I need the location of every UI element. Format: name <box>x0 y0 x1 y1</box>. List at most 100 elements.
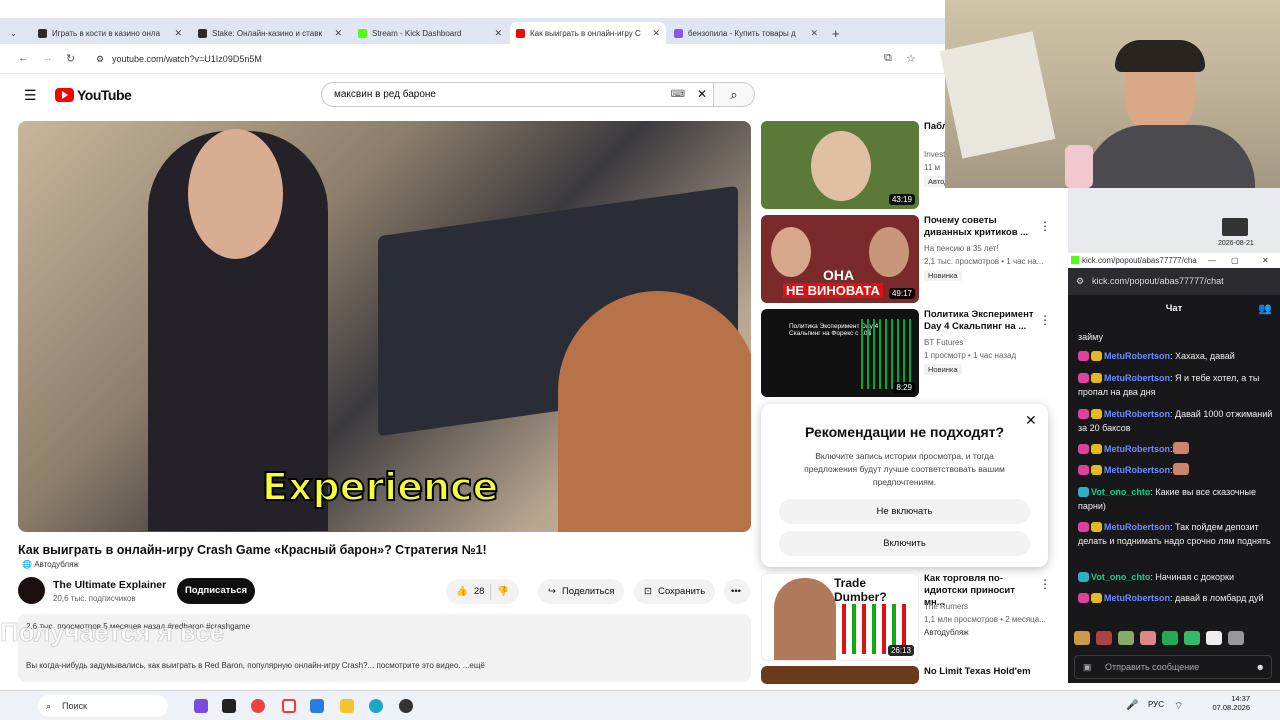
recommendation-item[interactable]: Политика Эксперимент Day 4 Скальпинг на … <box>761 309 1061 399</box>
more-actions-button[interactable]: ••• <box>724 579 750 604</box>
channel-name[interactable]: The Ultimate Explainer <box>53 579 166 591</box>
browser-tab-active[interactable]: Как выиграть в онлайн-игру С ✕ <box>510 22 666 44</box>
emote-icon[interactable] <box>1140 631 1156 645</box>
chat-popout-window: kick.com/popout/abas77777/cha — ▢ ✕ ⚙ ki… <box>1068 253 1280 683</box>
chat-message-input[interactable]: ▣ Отправить сообщение ☻ <box>1074 655 1272 679</box>
browser-tab[interactable]: Stream - Kick Dashboard ✕ <box>352 22 508 44</box>
search-input[interactable]: максвин в ред бароне ⌨ ✕ <box>321 82 714 107</box>
thumbs-down-icon[interactable]: 👎 <box>497 579 509 604</box>
chat-message: MetuRobertson: Так пойдем депозит делать… <box>1078 522 1271 546</box>
wifi-icon[interactable]: ⌔ <box>1174 700 1183 713</box>
close-icon[interactable]: ✕ <box>1262 253 1269 268</box>
close-icon[interactable]: ✕ <box>174 28 182 39</box>
close-icon[interactable]: ✕ <box>810 28 818 39</box>
plus-icon: + <box>832 25 840 41</box>
share-icon: ↪ <box>548 586 556 597</box>
share-button[interactable]: ↪ Поделиться <box>538 579 625 604</box>
more-options-icon[interactable]: ⋮ <box>1039 313 1051 327</box>
chat-message: MetuRobertson: Давай 1000 отжиманий за 2… <box>1078 409 1273 433</box>
language-indicator[interactable]: РУС <box>1148 700 1164 709</box>
edge-icon[interactable] <box>369 699 383 713</box>
install-icon[interactable]: ⧉ <box>884 52 892 65</box>
video-thumbnail[interactable]: Политика Эксперимент Day 4 Скальпинг на … <box>761 309 919 397</box>
recommendation-meta: 2,1 тыс. просмотров • 1 час на... <box>924 257 1044 266</box>
widget-icon[interactable] <box>194 699 208 713</box>
emote-bar <box>1074 631 1274 647</box>
close-icon[interactable]: ✕ <box>652 28 660 39</box>
video-title: Как выиграть в онлайн-игру Crash Game «К… <box>18 543 487 557</box>
menu-icon[interactable]: ☰ <box>24 87 37 104</box>
chrome-icon[interactable] <box>251 699 265 713</box>
recommendation-item[interactable]: No Limit Texas Hold'em <box>761 666 1061 684</box>
browser-tab[interactable]: Играть в кости в казино онла ✕ <box>32 22 188 44</box>
youtube-logo[interactable]: YouTube <box>55 87 132 103</box>
search-button[interactable]: ⌕ <box>714 82 755 107</box>
folder-icon[interactable] <box>340 699 354 713</box>
forward-icon[interactable]: → <box>42 52 53 64</box>
bookmark-star-icon[interactable]: ☆ <box>906 52 916 65</box>
video-thumbnail[interactable]: ОНА НЕ ВИНОВАТА 49:17 <box>761 215 919 303</box>
emote-icon[interactable] <box>1074 631 1090 645</box>
desktop-file-icon[interactable] <box>1222 218 1248 236</box>
recommendation-item[interactable]: Trade Dumber? 26:13 Как торговля по-идио… <box>761 573 1061 663</box>
url-field[interactable]: ⚙ youtube.com/watch?v=U1Iz09D5n5M <box>88 49 868 69</box>
emote-icon[interactable] <box>1162 631 1178 645</box>
keyboard-icon[interactable]: ⌨ <box>671 83 685 106</box>
video-thumbnail[interactable]: 43:19 <box>761 121 919 209</box>
video-thumbnail[interactable] <box>761 666 919 684</box>
webcam-overlay <box>939 0 1280 188</box>
emote-icon[interactable] <box>1184 631 1200 645</box>
yandex-icon[interactable] <box>282 699 296 713</box>
obs-icon[interactable] <box>399 699 413 713</box>
emote-icon[interactable] <box>1228 631 1244 645</box>
like-count[interactable]: 28 <box>474 579 485 604</box>
close-icon[interactable]: ✕ <box>334 28 342 39</box>
popup-title: Рекомендации не подходят? <box>804 424 1005 440</box>
recommendation-item[interactable]: ОНА НЕ ВИНОВАТА 49:17 Почему советы дива… <box>761 215 1061 305</box>
window-url-bar[interactable]: ⚙ kick.com/popout/abas77777/chat <box>1068 268 1280 295</box>
emote-icon <box>1172 463 1189 475</box>
emoji-icon[interactable]: ☻ <box>1256 656 1265 678</box>
tab-list-button[interactable]: ⌄ <box>4 22 26 44</box>
crown-icon <box>1091 444 1102 454</box>
enable-button[interactable]: Включить <box>779 531 1030 556</box>
save-button[interactable]: ⊡ Сохранить <box>634 579 716 604</box>
browser-tab-bar: ⌄ Играть в кости в казино онла ✕ Stake: О… <box>0 18 945 44</box>
emote-icon[interactable] <box>1096 631 1112 645</box>
browser-tab[interactable]: Stake: Онлайн-казино и ставк ✕ <box>192 22 348 44</box>
recommendation-title: No Limit Texas Hold'em <box>924 666 1031 677</box>
more-options-icon[interactable]: ⋮ <box>1039 577 1051 591</box>
site-info-icon[interactable]: ⚙ <box>96 49 104 69</box>
reload-icon[interactable]: ↻ <box>66 52 75 65</box>
browser-tab[interactable]: бензопила - Купить товары д ✕ <box>668 22 824 44</box>
recommendation-badge: Автодубляж <box>924 628 969 637</box>
microphone-icon[interactable]: 🎤 <box>1126 700 1138 711</box>
emote-icon[interactable] <box>1118 631 1134 645</box>
video-player[interactable]: Experience <box>18 121 751 532</box>
taskbar: ⌕ Поиск 🎤 РУС ⌔ 14:37 07.08.2026 <box>0 690 1280 720</box>
back-icon[interactable]: ← <box>18 52 29 64</box>
clear-icon[interactable]: ✕ <box>697 83 707 106</box>
channel-avatar[interactable] <box>18 577 45 604</box>
chat-message: Vot_ono_chto: Начиная с докорки <box>1078 570 1274 584</box>
crown-icon <box>1091 465 1102 475</box>
new-tab-button[interactable]: + <box>826 22 848 44</box>
emote-icon[interactable] <box>1206 631 1222 645</box>
task-view-icon[interactable] <box>222 699 236 713</box>
clock[interactable]: 14:37 07.08.2026 <box>1210 694 1250 712</box>
taskbar-search[interactable]: ⌕ Поиск <box>38 695 168 717</box>
subscribe-button[interactable]: Подписаться <box>177 578 255 604</box>
dont-enable-button[interactable]: Не включать <box>779 499 1030 524</box>
duration-badge: 43:19 <box>888 194 915 205</box>
close-icon[interactable]: ✕ <box>494 28 502 39</box>
maximize-icon[interactable]: ▢ <box>1231 253 1239 268</box>
thumbs-up-icon[interactable]: 👍 <box>456 579 468 604</box>
minimize-icon[interactable]: — <box>1208 253 1216 268</box>
subscriber-count: 20,6 тыс. подписчиков <box>53 594 136 603</box>
users-icon[interactable]: 👥 <box>1258 302 1272 315</box>
more-options-icon[interactable]: ⋮ <box>1039 219 1051 233</box>
person-hair <box>558 291 751 532</box>
app-icon[interactable] <box>310 699 324 713</box>
recommendation-channel: BT Futures <box>924 338 964 347</box>
video-thumbnail[interactable]: Trade Dumber? 26:13 <box>761 573 919 661</box>
